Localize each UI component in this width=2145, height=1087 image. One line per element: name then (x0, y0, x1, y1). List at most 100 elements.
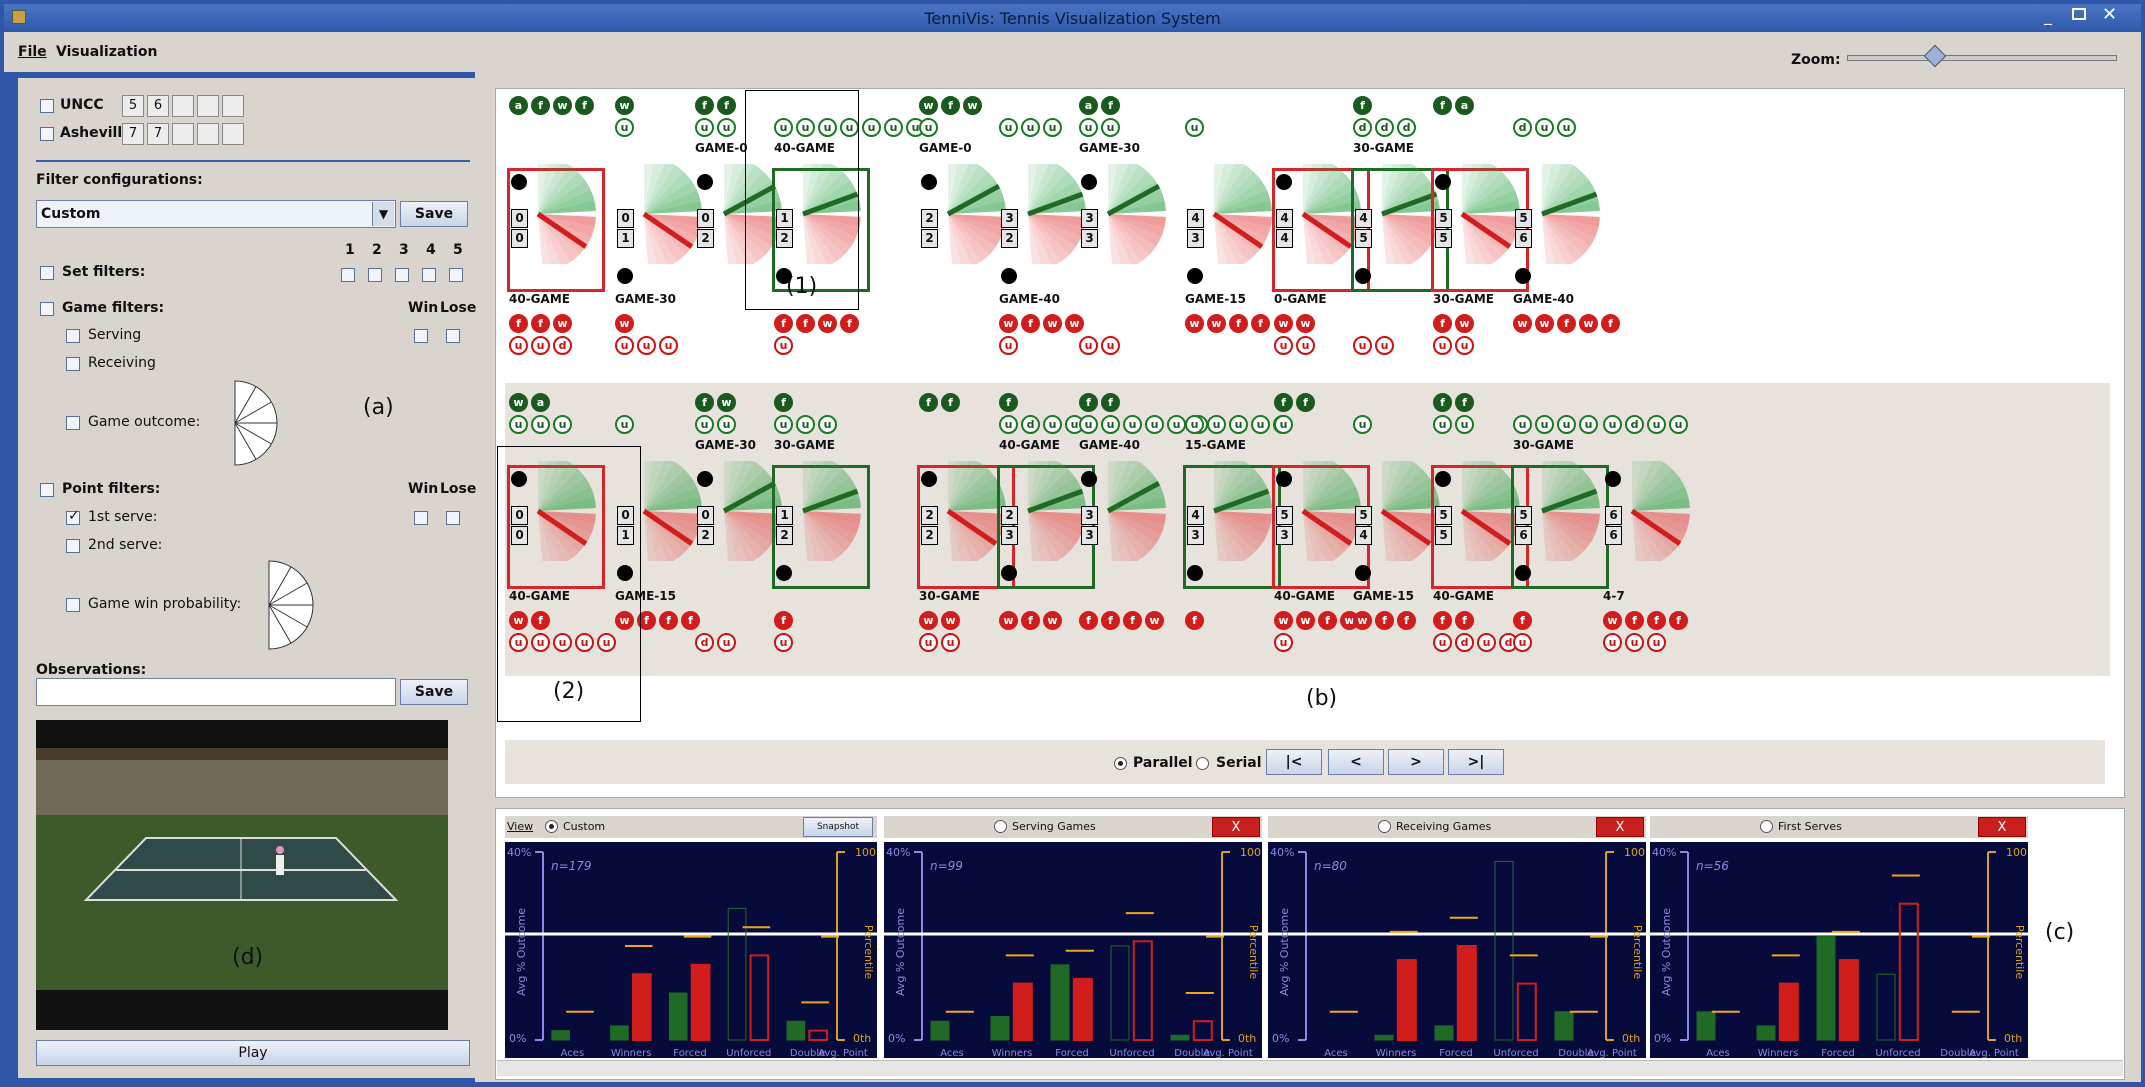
point-outcome-chip[interactable]: f (659, 611, 678, 630)
point-outcome-chip[interactable]: f (796, 314, 815, 333)
close-panel-button[interactable]: X (1978, 817, 2026, 837)
point-outcome-chip[interactable]: u (509, 336, 528, 355)
point-outcome-chip[interactable]: f (1318, 611, 1337, 630)
point-outcome-chip[interactable]: f (1021, 611, 1040, 630)
player-checkbox[interactable] (40, 99, 54, 113)
prev-set-button[interactable]: < (1328, 749, 1384, 775)
point-outcome-chip[interactable]: u (1123, 415, 1142, 434)
point-outcome-chip[interactable]: f (1296, 393, 1315, 412)
point-outcome-chip[interactable]: f (941, 96, 960, 115)
set-filter-checkbox[interactable] (422, 268, 436, 282)
point-outcome-chip[interactable]: u (1274, 415, 1293, 434)
point-outcome-chip[interactable]: u (1647, 415, 1666, 434)
point-outcome-chip[interactable]: f (1229, 314, 1248, 333)
snapshot-button[interactable]: Snapshot (803, 817, 873, 837)
point-outcome-chip[interactable]: u (1603, 633, 1622, 652)
point-outcome-chip[interactable]: w (1145, 611, 1164, 630)
point-outcome-chip[interactable]: u (1455, 415, 1474, 434)
point-outcome-chip[interactable]: d (1021, 415, 1040, 434)
win-checkbox[interactable] (414, 329, 428, 343)
point-outcome-chip[interactable]: u (941, 633, 960, 652)
point-outcome-chip[interactable]: w (509, 393, 528, 412)
point-outcome-chip[interactable]: u (818, 415, 837, 434)
point-outcome-chip[interactable]: w (1455, 314, 1474, 333)
point-outcome-chip[interactable]: f (1079, 611, 1098, 630)
point-outcome-chip[interactable]: a (1079, 96, 1098, 115)
player-checkbox[interactable] (40, 127, 54, 141)
zoom-slider-thumb[interactable] (1923, 44, 1947, 68)
receiving-filter-checkbox[interactable] (66, 357, 80, 371)
point-outcome-chip[interactable]: f (774, 314, 793, 333)
point-outcome-chip[interactable]: u (615, 336, 634, 355)
point-outcome-chip[interactable]: d (695, 633, 714, 652)
point-outcome-chip[interactable]: f (509, 314, 528, 333)
point-outcome-chip[interactable]: u (531, 415, 550, 434)
point-outcome-chip[interactable]: f (1353, 96, 1372, 115)
point-outcome-chip[interactable]: f (1251, 314, 1270, 333)
point-outcome-chip[interactable]: a (509, 96, 528, 115)
point-outcome-chip[interactable]: f (1079, 393, 1098, 412)
point-outcome-chip[interactable]: f (1021, 314, 1040, 333)
point-outcome-chip[interactable]: w (818, 314, 837, 333)
observations-input[interactable] (36, 678, 396, 706)
point-outcome-chip[interactable]: u (1557, 415, 1576, 434)
point-outcome-chip[interactable]: f (840, 314, 859, 333)
point-outcome-chip[interactable]: w (1274, 314, 1293, 333)
point-outcome-chip[interactable]: u (1433, 415, 1452, 434)
point-outcome-chip[interactable]: f (1433, 611, 1452, 630)
point-outcome-chip[interactable]: f (1669, 611, 1688, 630)
point-outcome-chip[interactable]: f (1397, 611, 1416, 630)
serial-radio[interactable] (1196, 757, 1209, 770)
point-outcome-chip[interactable]: u (1375, 336, 1394, 355)
save-observation-button[interactable]: Save (400, 679, 468, 705)
point-outcome-chip[interactable]: u (1043, 415, 1062, 434)
point-outcome-chip[interactable]: a (1455, 96, 1474, 115)
point-outcome-chip[interactable]: f (575, 96, 594, 115)
save-config-button[interactable]: Save (400, 201, 468, 227)
point-outcome-chip[interactable]: u (1251, 415, 1270, 434)
set-filter-checkbox[interactable] (368, 268, 382, 282)
win-probability-selector[interactable] (267, 559, 315, 651)
point-outcome-chip[interactable]: u (1455, 336, 1474, 355)
point-outcome-chip[interactable]: u (1513, 415, 1532, 434)
point-outcome-chip[interactable]: f (1647, 611, 1666, 630)
point-outcome-chip[interactable]: w (919, 611, 938, 630)
point-outcome-chip[interactable]: u (659, 336, 678, 355)
point-outcome-chip[interactable]: f (1433, 393, 1452, 412)
point-outcome-chip[interactable]: w (717, 393, 736, 412)
point-outcome-chip[interactable]: u (1185, 415, 1204, 434)
close-panel-button[interactable]: X (1212, 817, 1260, 837)
point-outcome-chip[interactable]: u (1079, 415, 1098, 434)
point-outcome-chip[interactable]: u (695, 118, 714, 137)
point-outcome-chip[interactable]: u (695, 415, 714, 434)
point-outcome-chip[interactable]: u (1167, 415, 1186, 434)
point-outcome-chip[interactable]: u (1274, 336, 1293, 355)
match-video[interactable] (36, 720, 448, 1030)
close-icon[interactable]: ✕ (2102, 4, 2117, 25)
point-outcome-chip[interactable]: u (637, 336, 656, 355)
point-outcome-chip[interactable]: f (1455, 393, 1474, 412)
point-outcome-chip[interactable]: u (919, 118, 938, 137)
panel-radio[interactable] (1378, 820, 1391, 833)
point-outcome-chip[interactable]: u (1079, 336, 1098, 355)
point-outcome-chip[interactable]: f (531, 314, 550, 333)
game-filters-checkbox[interactable] (40, 302, 54, 316)
point-outcome-chip[interactable]: f (1101, 393, 1120, 412)
point-outcome-chip[interactable]: u (1535, 415, 1554, 434)
point-outcome-chip[interactable]: u (999, 336, 1018, 355)
game-outcome-filter-checkbox[interactable] (66, 416, 80, 430)
point-outcome-chip[interactable]: w (963, 96, 982, 115)
point-outcome-chip[interactable]: u (1353, 336, 1372, 355)
point-filters-checkbox[interactable] (40, 483, 54, 497)
point-outcome-chip[interactable]: f (1375, 611, 1394, 630)
maximize-icon[interactable] (2072, 8, 2086, 20)
game-outcome-selector[interactable] (233, 379, 279, 467)
point-outcome-chip[interactable]: u (1625, 633, 1644, 652)
zoom-slider[interactable] (1847, 55, 2117, 61)
point-outcome-chip[interactable]: f (681, 611, 700, 630)
point-outcome-chip[interactable]: w (1579, 314, 1598, 333)
first-set-button[interactable]: |< (1266, 749, 1322, 775)
parallel-radio[interactable] (1114, 757, 1127, 770)
point-outcome-chip[interactable]: f (1513, 611, 1532, 630)
point-outcome-chip[interactable]: w (999, 611, 1018, 630)
